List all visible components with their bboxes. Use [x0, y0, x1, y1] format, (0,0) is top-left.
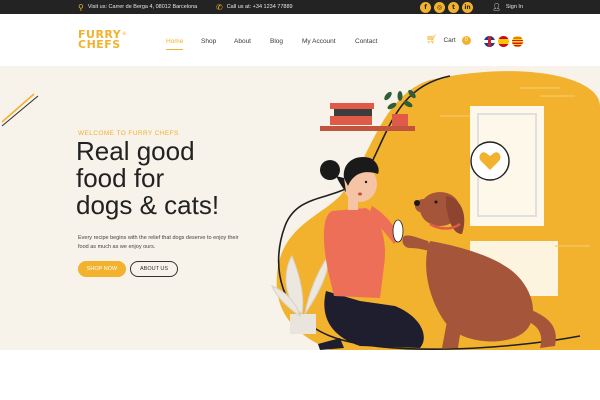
signin-label[interactable]: Sign In: [506, 4, 523, 10]
nav-contact[interactable]: Contact: [355, 38, 377, 45]
site-logo[interactable]: FURRY CHEFS ®: [78, 29, 126, 51]
decorative-lines: [1, 93, 39, 127]
social-links: f ◎ t in: [420, 0, 473, 14]
about-us-button[interactable]: ABOUT US: [130, 261, 178, 277]
book-2: [334, 109, 372, 116]
hero-description: Every recipe begins with the relief that…: [78, 235, 239, 250]
flag-spanish-icon[interactable]: [498, 36, 509, 47]
flag-catalan-icon[interactable]: [512, 36, 523, 47]
shop-now-button[interactable]: SHOP NOW: [78, 261, 126, 277]
book-1: [330, 116, 372, 125]
main-header: FURRY CHEFS ® Home Shop About Blog My Ac…: [0, 14, 600, 66]
hero-headline: Real good food for dogs & cats!: [76, 138, 276, 219]
instagram-icon[interactable]: ◎: [434, 1, 445, 13]
plant-pot: [392, 114, 408, 126]
headline-line-3: dogs & cats!: [76, 190, 220, 220]
shelf: [320, 126, 415, 131]
signin-link[interactable]: 👤︎ Sign In: [492, 0, 523, 14]
linkedin-icon[interactable]: in: [462, 1, 473, 13]
below-hero-area: [0, 350, 600, 400]
language-switcher: [484, 36, 523, 47]
cart-label: Cart: [443, 36, 456, 44]
cart-icon: 🛒︎: [426, 35, 438, 45]
flag-english-icon[interactable]: [484, 36, 495, 47]
headline-line-2: food for: [76, 163, 165, 193]
user-icon: 👤︎: [492, 3, 501, 11]
location-pin-icon: ⚲: [78, 2, 84, 12]
nav-active-underline: [166, 49, 183, 50]
facebook-icon[interactable]: f: [420, 1, 431, 13]
headline-line-1: Real good: [76, 136, 195, 166]
top-info-bar: ⚲ Visit us: Carrer de Berga 4, 08012 Bar…: [0, 0, 600, 14]
cart-count-badge: 0: [461, 35, 471, 45]
nav-blog[interactable]: Blog: [270, 38, 283, 45]
phone-text[interactable]: Call us at: +34 1234 77889: [227, 4, 293, 10]
phone-block[interactable]: ✆ Call us at: +34 1234 77889: [216, 0, 293, 14]
twitter-icon[interactable]: t: [448, 1, 459, 13]
logo-line-chefs: CHEFS: [78, 38, 121, 51]
cart-link[interactable]: 🛒︎ Cart 0: [426, 35, 471, 45]
phone-icon: ✆: [216, 2, 223, 12]
nav-my-account[interactable]: My Account: [302, 38, 336, 45]
logo-trademark: ®: [122, 31, 127, 36]
nav-about[interactable]: About: [234, 38, 251, 45]
hero-section: WELCOME TO FURRY CHEFS Real good food fo…: [0, 66, 600, 350]
nav-home[interactable]: Home: [166, 38, 183, 45]
address-text: Visit us: Carrer de Berga 4, 08012 Barce…: [87, 4, 198, 10]
book-3: [330, 103, 374, 109]
address-block: ⚲ Visit us: Carrer de Berga 4, 08012 Bar…: [78, 0, 197, 14]
nav-shop[interactable]: Shop: [201, 38, 216, 45]
